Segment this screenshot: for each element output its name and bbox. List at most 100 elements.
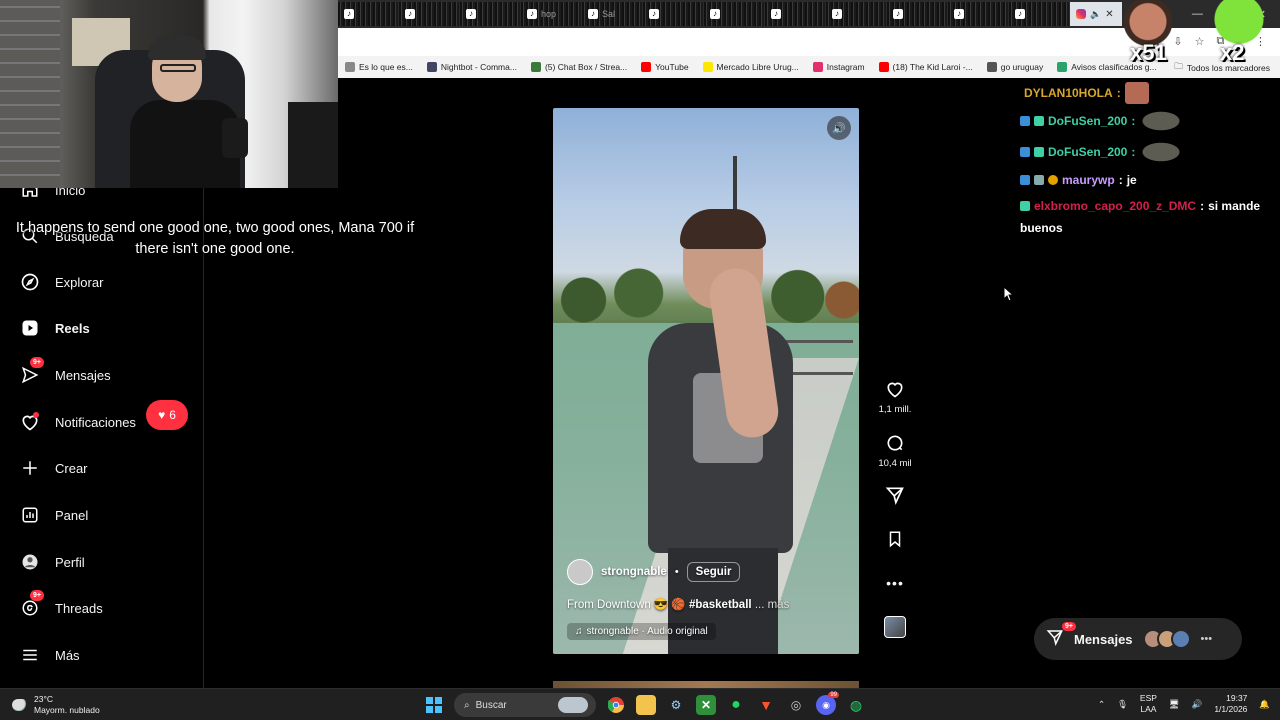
reels-icon: [20, 318, 40, 338]
speaker-icon[interactable]: 🔈: [1090, 9, 1101, 20]
messages-pill-label: Mensajes: [1074, 631, 1133, 647]
bookmark-item[interactable]: (5) Chat Box / Strea...: [524, 62, 634, 72]
browser-tab[interactable]: ♪: [948, 2, 1008, 26]
comment-button[interactable]: 10,4 mil: [872, 432, 918, 469]
clock[interactable]: 19:37 1/1/2026: [1214, 693, 1247, 715]
browser-tab[interactable]: ♪: [338, 2, 398, 26]
audio-link[interactable]: ♫ strongnable · Audio original: [567, 623, 716, 640]
chrome-icon[interactable]: [606, 695, 626, 715]
file-explorer-icon[interactable]: [636, 695, 656, 715]
brave-icon[interactable]: ▼: [756, 695, 776, 715]
bookmark-item[interactable]: go uruguay: [980, 62, 1051, 72]
bookmark-item[interactable]: Nightbot - Comma...: [420, 62, 524, 72]
cloud-icon: [12, 699, 28, 711]
sidebar-item-panel[interactable]: Panel: [20, 503, 88, 527]
chat-message: DYLAN10HOLA :: [1024, 82, 1149, 104]
microphone-icon[interactable]: 🎙: [1117, 699, 1128, 710]
sidebar-item-reels[interactable]: Reels: [20, 316, 90, 340]
notifications-count-pill[interactable]: ♥ 6: [146, 400, 188, 430]
browser-tab[interactable]: ♪: [460, 2, 520, 26]
send-icon: [1046, 628, 1064, 651]
browser-tab[interactable]: ♪: [399, 2, 459, 26]
sidebar-item-mas[interactable]: Más: [20, 643, 80, 667]
browser-tab[interactable]: ♪ Sal: [582, 2, 642, 26]
caption-more-link[interactable]: ... más: [755, 599, 790, 611]
chat-username: elxbromo_capo_200_z_DMC: [1034, 199, 1197, 213]
reel-avatar[interactable]: [567, 559, 593, 585]
sidebar-item-crear[interactable]: Crear: [20, 456, 88, 480]
network-icon[interactable]: 🖥: [1169, 699, 1180, 710]
browser-tab[interactable]: ♪: [704, 2, 764, 26]
instagram-icon: [1076, 9, 1086, 19]
taskbar-search[interactable]: ⌕ Buscar: [454, 693, 596, 717]
close-tab-icon[interactable]: ✕: [1105, 9, 1113, 20]
browser-tab-active[interactable]: 🔈 ✕: [1070, 2, 1122, 26]
browser-tab[interactable]: ♪: [826, 2, 886, 26]
language-indicator[interactable]: ESP LAA: [1140, 693, 1157, 715]
hashtag-link[interactable]: #basketball: [689, 599, 752, 611]
sidebar-item-mensajes[interactable]: 9+ Mensajes: [20, 357, 111, 387]
more-options-button[interactable]: •••: [872, 572, 918, 598]
bookmark-item[interactable]: Es lo que es...: [338, 62, 420, 72]
save-button[interactable]: [872, 528, 918, 554]
bookmark-favicon: [426, 62, 437, 72]
steam-icon[interactable]: ⚙: [666, 695, 686, 715]
windows-start-icon[interactable]: [424, 695, 444, 715]
tiktok-icon: ♪: [527, 9, 537, 19]
sidebar-item-perfil[interactable]: Perfil: [20, 550, 85, 574]
browser-tab[interactable]: ♪: [1009, 2, 1069, 26]
emote-count-2: x2: [1220, 40, 1245, 65]
install-icon[interactable]: ⇩: [1173, 35, 1182, 48]
browser-tab[interactable]: ♪ hop: [521, 2, 581, 26]
app-icon[interactable]: ◎: [786, 695, 806, 715]
chat-emote: [1139, 141, 1184, 163]
discord-icon[interactable]: ◉ 99: [816, 692, 839, 715]
folder-icon: 🗀: [1174, 61, 1183, 71]
tiktok-icon: ♪: [1015, 9, 1025, 19]
reel-video[interactable]: 🔊 strongnable • Seguir From Downtown 😎 🏀…: [553, 108, 859, 654]
whatsapp-icon[interactable]: ◍: [846, 695, 866, 715]
share-button[interactable]: [872, 484, 918, 510]
audio-thumbnail[interactable]: [872, 616, 918, 638]
mercadolibre-icon: [702, 62, 713, 72]
spotify-icon[interactable]: ●: [726, 695, 746, 715]
threads-icon: 9+: [20, 590, 44, 618]
xbox-icon[interactable]: ✕: [696, 695, 716, 715]
weather-widget[interactable]: 23°C Mayorm. nublado: [12, 694, 100, 716]
heart-icon: [884, 378, 906, 400]
chat-badge-icon: [1034, 147, 1044, 157]
browser-tab[interactable]: ♪: [643, 2, 703, 26]
ellipsis-icon: •••: [886, 575, 904, 591]
reel-username[interactable]: strongnable: [601, 566, 667, 578]
messages-pill[interactable]: 9+ Mensajes •••: [1034, 618, 1242, 660]
like-button[interactable]: 1,1 mill.: [872, 378, 918, 415]
ellipsis-icon: •••: [1200, 633, 1213, 645]
bookmark-item[interactable]: YouTube: [634, 62, 695, 72]
chat-username: DYLAN10HOLA: [1024, 86, 1113, 100]
chat-text: si mande: [1208, 199, 1261, 213]
bookmark-item[interactable]: Instagram: [806, 62, 872, 72]
volume-icon[interactable]: 🔊: [1192, 699, 1203, 710]
youtube-icon: [878, 62, 889, 72]
chat-badge-icon: [1034, 175, 1044, 185]
tiktok-icon: ♪: [405, 9, 415, 19]
notification-bell-icon[interactable]: 🔔: [1259, 699, 1270, 710]
bookmark-item[interactable]: (18) The Kid Laroi -...: [872, 62, 980, 72]
chevron-up-icon[interactable]: ⌃: [1098, 699, 1105, 710]
bookmark-item[interactable]: Mercado Libre Urug...: [696, 62, 806, 72]
audio-thumb-image: [884, 616, 906, 638]
minimize-button[interactable]: —: [1192, 8, 1203, 21]
sidebar-item-notificaciones[interactable]: Notificaciones: [20, 410, 136, 434]
follow-button[interactable]: Seguir: [686, 562, 741, 582]
youtube-icon: [641, 62, 652, 72]
reel-meta: strongnable • Seguir From Downtown 😎 🏀 #…: [567, 559, 845, 640]
sidebar-item-threads[interactable]: 9+ Threads: [20, 590, 103, 620]
browser-tab[interactable]: ♪: [887, 2, 947, 26]
emote-count-1: x51: [1130, 40, 1167, 65]
browser-tab[interactable]: ♪: [765, 2, 825, 26]
windows-taskbar: 23°C Mayorm. nublado ⌕ Buscar ⚙ ✕ ● ▼ ◎ ◉…: [0, 688, 1280, 720]
volume-icon[interactable]: 🔊: [827, 116, 851, 140]
bookmark-star-icon[interactable]: ☆: [1195, 35, 1205, 48]
sidebar-item-explorar[interactable]: Explorar: [20, 270, 103, 294]
tiktok-icon: ♪: [710, 9, 720, 19]
